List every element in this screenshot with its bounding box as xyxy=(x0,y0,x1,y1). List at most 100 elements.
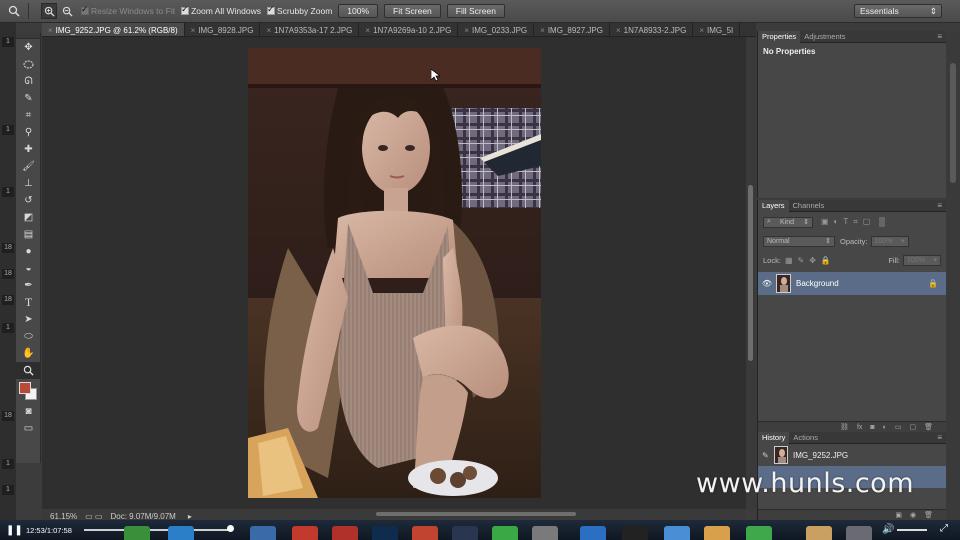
tab-img-9252[interactable]: × IMG_9252.JPG @ 61.2% (RGB/8) xyxy=(42,23,185,36)
progress-knob[interactable] xyxy=(227,525,235,532)
history-brush-tool-icon[interactable]: ↺ xyxy=(16,192,41,209)
scrollbar-thumb[interactable] xyxy=(748,185,753,361)
blend-mode-select[interactable]: Normal ⇕ xyxy=(763,235,835,247)
scrollbar-thumb[interactable] xyxy=(376,512,576,516)
zoom-tool-icon[interactable] xyxy=(6,3,22,19)
eyedropper-tool-icon[interactable]: ⚲ xyxy=(16,124,41,141)
tab-actions[interactable]: Actions xyxy=(789,432,822,444)
close-icon[interactable]: × xyxy=(365,26,370,35)
progress-track[interactable] xyxy=(84,529,232,531)
shape-tool-icon[interactable]: ⬭ xyxy=(16,328,41,345)
new-document-icon[interactable]: ▣ xyxy=(895,511,902,519)
lock-icons[interactable]: ▦✎✥🔒 xyxy=(785,256,836,265)
quick-mask-icon[interactable]: ◙ xyxy=(16,403,41,420)
scrollbar-thumb[interactable] xyxy=(950,63,956,183)
close-icon[interactable]: × xyxy=(699,26,704,35)
fx-icon[interactable]: fx xyxy=(857,424,862,431)
quick-selection-tool-icon[interactable]: ✎ xyxy=(16,90,41,107)
eye-icon[interactable]: 👁 xyxy=(758,279,776,288)
clone-stamp-tool-icon[interactable]: ⊥ xyxy=(16,175,41,192)
eraser-tool-icon[interactable]: ◩ xyxy=(16,209,41,226)
zoom-tool-icon[interactable] xyxy=(16,362,41,379)
path-selection-tool-icon[interactable]: ➤ xyxy=(16,311,41,328)
resize-windows-label: Resize Windows to Fit xyxy=(91,6,176,16)
resize-windows-checkbox[interactable]: Resize Windows to Fit xyxy=(81,4,176,16)
horizontal-scrollbar[interactable] xyxy=(230,509,746,519)
scrubby-zoom-checkbox[interactable]: Scrubby Zoom xyxy=(267,4,332,16)
zoom-in-icon[interactable] xyxy=(41,3,57,19)
checkbox-box xyxy=(267,4,276,15)
blur-tool-icon[interactable]: ● xyxy=(16,243,41,260)
trash-icon[interactable]: 🗑 xyxy=(924,511,933,519)
panel-menu-icon[interactable]: ≡ xyxy=(937,201,942,210)
tab-adjustments[interactable]: Adjustments xyxy=(800,31,849,43)
volume-slider[interactable] xyxy=(897,529,927,531)
fit-screen-button[interactable]: Fit Screen xyxy=(384,4,441,18)
new-layer-icon[interactable]: ▢ xyxy=(909,423,916,431)
screen-mode-icon[interactable]: ▭ xyxy=(16,420,41,437)
tab-img-0233[interactable]: × IMG_0233.JPG xyxy=(458,23,535,36)
close-icon[interactable]: × xyxy=(616,26,621,35)
color-swatches[interactable] xyxy=(16,379,41,403)
dock-app-icon xyxy=(492,526,518,540)
filter-toggle[interactable] xyxy=(879,217,886,227)
dodge-tool-icon[interactable]: ◒ xyxy=(16,260,41,277)
close-icon[interactable]: × xyxy=(540,26,545,35)
pause-icon[interactable]: ❚❚ xyxy=(6,525,23,536)
tab-properties[interactable]: Properties xyxy=(758,30,801,43)
tab-img-8927[interactable]: × IMG_8927.JPG xyxy=(534,23,610,36)
ruler-mark: 1 xyxy=(2,459,14,469)
document-image[interactable] xyxy=(248,48,541,498)
hand-tool-icon[interactable]: ✋ xyxy=(16,345,41,362)
ruler-mark: 1 xyxy=(2,37,14,47)
tab-channels[interactable]: Channels xyxy=(789,200,829,212)
zoom-100-button[interactable]: 100% xyxy=(338,4,379,18)
volume-icon[interactable]: 🔊 xyxy=(882,524,894,535)
link-layers-icon[interactable]: ⛓ xyxy=(840,423,849,431)
tab-history[interactable]: History xyxy=(758,431,790,444)
tab-1n7a8933[interactable]: × 1N7A8933-2.JPG xyxy=(610,23,694,36)
history-snapshot[interactable]: ✎ IMG_9252.JPG xyxy=(758,444,946,466)
tab-layers[interactable]: Layers xyxy=(758,199,789,212)
crop-tool-icon[interactable]: ⌗ xyxy=(16,107,41,124)
panel-menu-icon[interactable]: ≡ xyxy=(937,433,942,442)
close-icon[interactable]: × xyxy=(191,26,196,35)
ruler-mark: 18 xyxy=(2,411,14,421)
type-tool-icon[interactable]: T xyxy=(16,294,41,311)
history-panel-tabs: History Actions ≡ xyxy=(758,431,946,444)
opacity-field[interactable]: 100% ▾ xyxy=(870,235,909,247)
camera-icon[interactable]: ◉ xyxy=(910,511,916,519)
zoom-all-windows-checkbox[interactable]: Zoom All Windows xyxy=(181,4,261,16)
close-icon[interactable]: × xyxy=(48,26,53,35)
lasso-tool-icon[interactable]: ᘏ xyxy=(16,73,41,90)
history-brush-source-icon[interactable]: ✎ xyxy=(762,451,774,460)
healing-brush-tool-icon[interactable]: ✚ xyxy=(16,141,41,158)
pen-tool-icon[interactable]: ✒ xyxy=(16,277,41,294)
tab-1n7a9353a[interactable]: × 1N7A9353a-17 2.JPG xyxy=(260,23,360,36)
close-icon[interactable]: × xyxy=(464,26,469,35)
brush-tool-icon[interactable]: 🖌 xyxy=(16,158,41,175)
tab-img-5[interactable]: × IMG_5I xyxy=(693,23,741,36)
mask-icon[interactable]: ◙ xyxy=(870,424,874,431)
vertical-scrollbar[interactable] xyxy=(746,37,756,509)
fill-screen-button[interactable]: Fill Screen xyxy=(446,4,505,18)
tab-1n7a9269a[interactable]: × 1N7A9269a-10 2.JPG xyxy=(359,23,459,36)
layer-background[interactable]: 👁 Background 🔒 xyxy=(758,272,946,295)
kind-filter-select[interactable]: ⌕ Kind ⇕ xyxy=(763,216,813,228)
zoom-out-icon[interactable] xyxy=(59,3,75,19)
gradient-tool-icon[interactable]: ▤ xyxy=(16,226,41,243)
workspace-select[interactable]: Essentials ⇕ xyxy=(854,4,942,18)
tab-img-8928[interactable]: × IMG_8928.JPG xyxy=(185,23,261,36)
filter-icons[interactable]: ▣◐T⌗▢ xyxy=(821,217,875,227)
fullscreen-icon[interactable]: ⤢ xyxy=(940,523,948,534)
foreground-color-swatch[interactable] xyxy=(19,382,31,394)
folder-icon[interactable]: ▭ xyxy=(895,423,902,431)
panel-menu-icon[interactable]: ≡ xyxy=(937,32,942,41)
move-tool-icon[interactable]: ✥ xyxy=(16,39,41,56)
panel-dock-scrollbar[interactable] xyxy=(946,33,960,520)
adjustment-layer-icon[interactable]: ◐ xyxy=(883,424,887,431)
trash-icon[interactable]: 🗑 xyxy=(924,423,933,431)
fill-field[interactable]: 100% ▾ xyxy=(903,254,941,266)
marquee-tool-icon[interactable] xyxy=(16,56,41,73)
close-icon[interactable]: × xyxy=(266,26,271,35)
